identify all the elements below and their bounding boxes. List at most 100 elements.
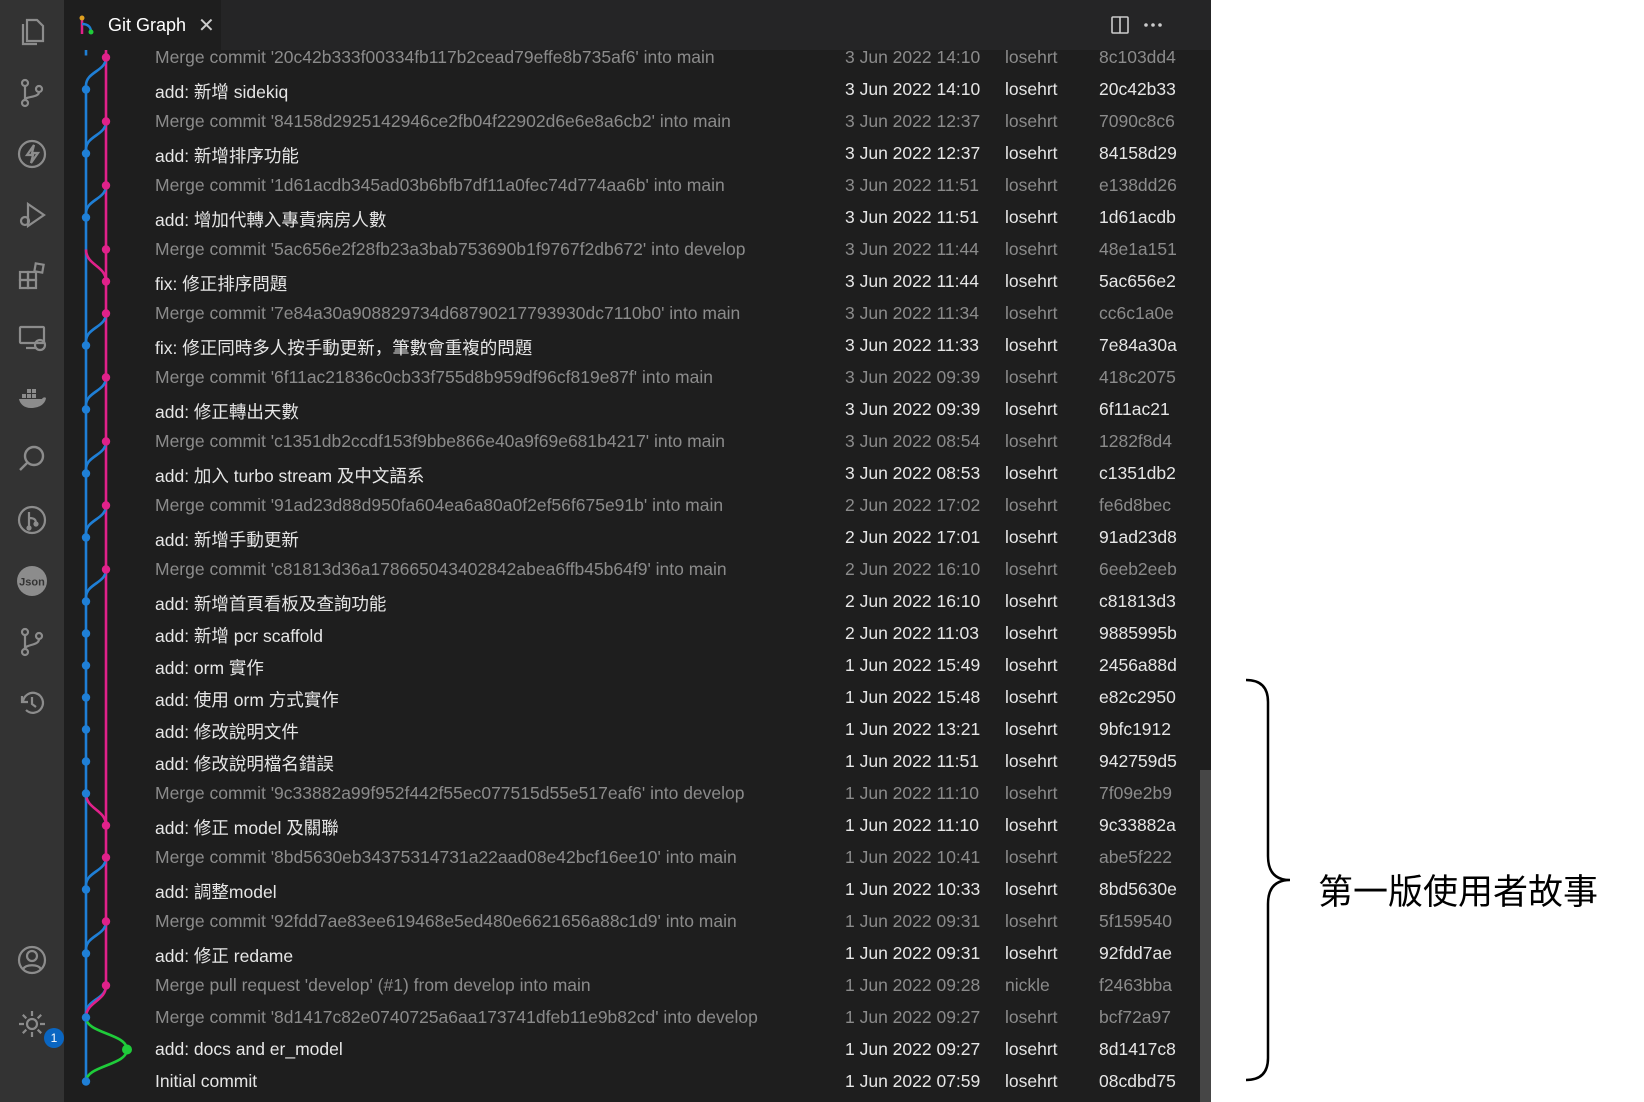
- commit-date: 1 Jun 2022 09:31: [845, 910, 981, 931]
- run-debug-button[interactable]: [12, 195, 52, 235]
- commit-message: add: 修改說明文件: [155, 721, 299, 742]
- commit-hash: abe5f222: [1099, 846, 1172, 867]
- commit-author: losehrt: [1005, 270, 1058, 291]
- commit-row[interactable]: add: 修正轉出天數 3 Jun 2022 09:39 losehrt 6f11ac…: [64, 394, 1200, 426]
- tab-git-graph[interactable]: Git Graph ✕: [64, 0, 221, 50]
- commit-message: Merge commit '20c42b333f00334fb117b2cead…: [155, 50, 715, 67]
- commit-date: 1 Jun 2022 09:28: [845, 974, 981, 995]
- commit-date: 3 Jun 2022 11:44: [845, 270, 979, 291]
- commit-message: add: 使用 orm 方式實作: [155, 689, 339, 710]
- commit-author: losehrt: [1005, 718, 1058, 739]
- commit-date: 2 Jun 2022 17:02: [845, 494, 981, 515]
- settings-badge: 1: [44, 1028, 64, 1048]
- commit-date: 1 Jun 2022 11:10: [845, 814, 979, 835]
- commit-hash: 7f09e2b9: [1099, 782, 1172, 803]
- commit-row[interactable]: Merge commit '91ad23d88d950fa604ea6a80a0…: [64, 490, 1200, 522]
- commit-row[interactable]: Merge commit '84158d2925142946ce2fb04f22…: [64, 106, 1200, 138]
- commit-row[interactable]: add: 使用 orm 方式實作 1 Jun 2022 15:48 losehrt e…: [64, 682, 1200, 714]
- scrollbar-thumb[interactable]: [1200, 770, 1211, 1102]
- extensions-icon: [18, 262, 45, 290]
- split-editor-button[interactable]: [1105, 10, 1135, 40]
- json-button[interactable]: Json: [12, 561, 52, 601]
- lightning-icon: [17, 139, 47, 169]
- commit-author: losehrt: [1005, 782, 1058, 803]
- commit-row[interactable]: add: 修正 redame 1 Jun 2022 09:31 losehrt 92f…: [64, 938, 1200, 970]
- commit-row[interactable]: add: 調整model 1 Jun 2022 10:33 losehrt 8bd56…: [64, 874, 1200, 906]
- commit-message: add: 調整model: [155, 881, 277, 902]
- commit-author: losehrt: [1005, 110, 1058, 131]
- tab-bar: Git Graph ✕: [64, 0, 1211, 50]
- account-button[interactable]: [12, 940, 52, 980]
- commit-row[interactable]: add: 修改說明檔名錯誤 1 Jun 2022 11:51 losehrt 9427…: [64, 746, 1200, 778]
- tab-title: Git Graph: [108, 14, 187, 35]
- commit-row[interactable]: Merge commit '20c42b333f00334fb117b2cead…: [64, 50, 1200, 74]
- source-control-button[interactable]: [12, 73, 52, 113]
- commit-row[interactable]: Merge commit '8bd5630eb34375314731a22aad…: [64, 842, 1200, 874]
- commit-hash: cc6c1a0e: [1099, 302, 1174, 323]
- commit-author: losehrt: [1005, 878, 1058, 899]
- search-button[interactable]: [12, 439, 52, 479]
- commit-author: losehrt: [1005, 494, 1058, 515]
- commit-date: 3 Jun 2022 08:53: [845, 462, 981, 483]
- extensions-button[interactable]: [12, 256, 52, 296]
- commit-message: fix: 修正排序問題: [155, 273, 288, 294]
- commit-author: losehrt: [1005, 302, 1058, 323]
- commit-author: losehrt: [1005, 430, 1058, 451]
- docker-button[interactable]: [12, 378, 52, 418]
- commit-hash: 8c103dd4: [1099, 50, 1176, 67]
- annotation-label: 第一版使用者故事: [1318, 873, 1599, 913]
- commit-row[interactable]: Merge commit '6f11ac21836c0cb33f755d8b95…: [64, 362, 1200, 394]
- commit-date: 1 Jun 2022 07:59: [845, 1070, 981, 1091]
- commit-row[interactable]: Merge commit 'c1351db2ccdf153f9bbe866e40…: [64, 426, 1200, 458]
- commit-author: losehrt: [1005, 846, 1058, 867]
- commit-row[interactable]: add: 修正 model 及關聯 1 Jun 2022 11:10 losehrt…: [64, 810, 1200, 842]
- commit-hash: fe6d8bec: [1099, 494, 1172, 515]
- commit-hash: c1351db2: [1099, 462, 1176, 483]
- commit-row[interactable]: add: 新增首頁看板及查詢功能 2 Jun 2022 16:10 losehrt c…: [64, 586, 1200, 618]
- commit-row[interactable]: Merge commit '1d61acdb345ad03b6bfb7df11a…: [64, 170, 1200, 202]
- commit-row[interactable]: Merge commit '7e84a30a908829734d68790217…: [64, 298, 1200, 330]
- tab-close-icon[interactable]: ✕: [198, 13, 215, 37]
- commit-row[interactable]: add: 新增手動更新 2 Jun 2022 17:01 losehrt 91ad23…: [64, 522, 1200, 554]
- branch-button[interactable]: [12, 622, 52, 662]
- git-graph-button[interactable]: [12, 500, 52, 540]
- commit-date: 3 Jun 2022 12:37: [845, 110, 981, 131]
- remote-explorer-button[interactable]: [12, 317, 52, 357]
- commit-row[interactable]: Merge commit 'c81813d36a178665043402842a…: [64, 554, 1200, 586]
- settings-button[interactable]: 1: [12, 1004, 64, 1048]
- commit-author: losehrt: [1005, 462, 1058, 483]
- commit-row[interactable]: Initial commit 1 Jun 2022 07:59 losehrt 08c…: [64, 1066, 1200, 1098]
- commit-row[interactable]: Merge pull request 'develop' (#1) from d…: [64, 970, 1200, 1002]
- run-debug-icon: [19, 201, 46, 229]
- branch-icon: [20, 627, 44, 657]
- commit-message: Merge commit '92fdd7ae83ee619468e5ed480e…: [155, 910, 737, 931]
- commit-row[interactable]: add: 新增 sidekiq 3 Jun 2022 14:10 losehrt 20…: [64, 74, 1200, 106]
- commit-author: losehrt: [1005, 238, 1058, 259]
- remote-explorer-icon: [18, 325, 47, 352]
- json-icon-label: Json: [19, 577, 45, 589]
- commit-author: losehrt: [1005, 622, 1058, 643]
- explorer-button[interactable]: [12, 12, 52, 52]
- commit-message: add: 修正 model 及關聯: [155, 817, 339, 838]
- commit-row[interactable]: add: 新增 pcr scaffold 2 Jun 2022 11:03 lose…: [64, 618, 1200, 650]
- commit-row[interactable]: add: docs and er_model 1 Jun 2022 09:27 lo…: [64, 1034, 1200, 1066]
- commit-hash: c81813d3: [1099, 590, 1176, 611]
- commit-hash: 92fdd7ae: [1099, 942, 1172, 963]
- commit-message: Merge pull request 'develop' (#1) from d…: [155, 974, 591, 995]
- commit-row[interactable]: add: 修改說明文件 1 Jun 2022 13:21 losehrt 9bfc19…: [64, 714, 1200, 746]
- more-actions-button[interactable]: [1138, 10, 1168, 40]
- commit-author: losehrt: [1005, 1006, 1058, 1027]
- commit-row[interactable]: Merge commit '92fdd7ae83ee619468e5ed480e…: [64, 906, 1200, 938]
- commit-row[interactable]: fix: 修正排序問題 3 Jun 2022 11:44 losehrt 5ac656…: [64, 266, 1200, 298]
- history-button[interactable]: [12, 683, 52, 723]
- commit-row[interactable]: Merge commit '8d1417c82e0740725a6aa17374…: [64, 1002, 1200, 1034]
- commit-hash: e82c2950: [1099, 686, 1176, 707]
- commit-row[interactable]: Merge commit '9c33882a99f952f442f55ec077…: [64, 778, 1200, 810]
- commit-row[interactable]: add: 增加代轉入專責病房人數 3 Jun 2022 11:51 losehrt 1…: [64, 202, 1200, 234]
- commit-row[interactable]: add: 加入 turbo stream 及中文語系 3 Jun 2022 08:…: [64, 458, 1200, 490]
- lightning-button[interactable]: [12, 134, 52, 174]
- commit-row[interactable]: add: 新增排序功能 3 Jun 2022 12:37 losehrt 84158d…: [64, 138, 1200, 170]
- commit-row[interactable]: Merge commit '5ac656e2f28fb23a3bab753690…: [64, 234, 1200, 266]
- commit-row[interactable]: fix: 修正同時多人按手動更新，筆數會重複的問題 3 Jun 2022 11:3…: [64, 330, 1200, 362]
- commit-row[interactable]: add: orm 實作 1 Jun 2022 15:49 losehrt 2456a8…: [64, 650, 1200, 682]
